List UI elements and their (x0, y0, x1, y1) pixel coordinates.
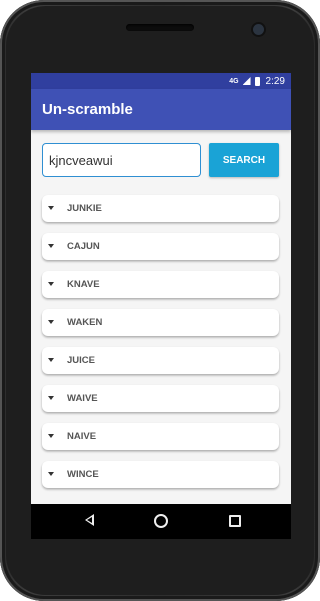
result-list: JUNKIE CAJUN KNAVE WAKEN JUICE WAIVE NAI… (42, 195, 279, 499)
app-bar: Un-scramble (31, 89, 291, 130)
device-frame: 4G 2:29 Un-scramble SEARCH JUNKIE CAJUN … (0, 0, 320, 601)
result-item[interactable]: WAIVE (42, 385, 279, 412)
status-bar: 4G 2:29 (31, 73, 291, 89)
speaker-grille (126, 24, 194, 31)
result-word: WAIVE (67, 393, 98, 404)
caret-down-icon (48, 320, 54, 324)
result-word: JUICE (67, 355, 95, 366)
caret-down-icon (48, 434, 54, 438)
recents-icon[interactable] (229, 515, 241, 527)
result-word: CAJUN (67, 241, 100, 252)
signal-icon (242, 77, 251, 85)
front-camera (253, 24, 264, 35)
result-item[interactable]: WINCE (42, 461, 279, 488)
network-type: 4G (229, 77, 239, 85)
status-time: 2:29 (265, 75, 285, 87)
caret-down-icon (48, 396, 54, 400)
result-item[interactable]: CAJUN (42, 233, 279, 260)
home-icon[interactable] (154, 514, 168, 528)
navigation-bar (31, 504, 291, 539)
result-word: NAIVE (67, 431, 97, 442)
result-word: WINCE (67, 469, 99, 480)
battery-icon (254, 76, 260, 86)
result-word: WAKEN (67, 317, 103, 328)
result-item[interactable]: JUNKIE (42, 195, 279, 222)
caret-down-icon (48, 244, 54, 248)
result-item[interactable]: KNAVE (42, 271, 279, 298)
result-item[interactable]: NAIVE (42, 423, 279, 450)
screen: 4G 2:29 Un-scramble SEARCH JUNKIE CAJUN … (31, 73, 291, 504)
result-word: JUNKIE (67, 203, 102, 214)
app-title: Un-scramble (42, 101, 133, 118)
result-word: KNAVE (67, 279, 100, 290)
letters-input[interactable] (42, 143, 201, 177)
caret-down-icon (48, 206, 54, 210)
result-item[interactable]: WAKEN (42, 309, 279, 336)
caret-down-icon (48, 282, 54, 286)
back-icon[interactable] (85, 514, 94, 526)
result-item[interactable]: JUICE (42, 347, 279, 374)
caret-down-icon (48, 472, 54, 476)
caret-down-icon (48, 358, 54, 362)
search-button[interactable]: SEARCH (209, 143, 279, 177)
